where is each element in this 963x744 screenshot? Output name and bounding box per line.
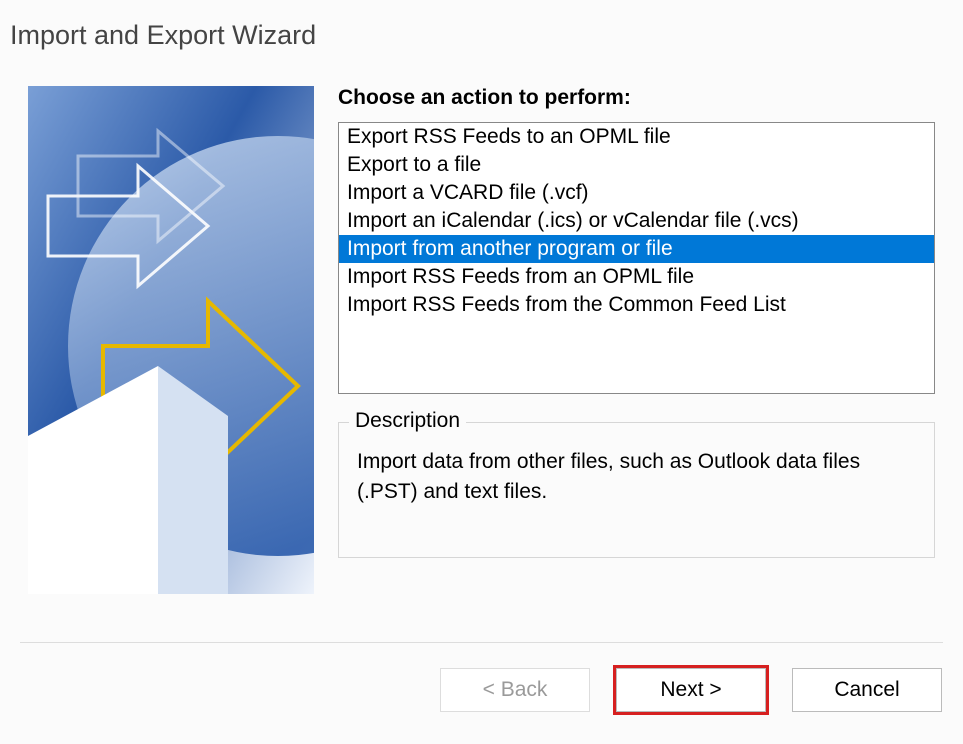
action-option[interactable]: Import an iCalendar (.ics) or vCalendar … [339, 207, 934, 235]
cancel-button[interactable]: Cancel [792, 668, 942, 712]
action-listbox[interactable]: Export RSS Feeds to an OPML fileExport t… [338, 122, 935, 394]
wizard-right-pane: Choose an action to perform: Export RSS … [338, 86, 935, 594]
action-prompt: Choose an action to perform: [338, 86, 935, 110]
next-button-highlight: Next > [613, 665, 769, 715]
action-option[interactable]: Import RSS Feeds from the Common Feed Li… [339, 291, 934, 319]
wizard-graphic [28, 86, 314, 594]
next-button[interactable]: Next > [616, 668, 766, 712]
action-option[interactable]: Export RSS Feeds to an OPML file [339, 123, 934, 151]
description-group: Description Import data from other files… [338, 422, 935, 558]
wizard-title: Import and Export Wizard [0, 0, 963, 51]
action-option[interactable]: Import a VCARD file (.vcf) [339, 179, 934, 207]
wizard-content: Choose an action to perform: Export RSS … [0, 51, 963, 594]
back-button: < Back [440, 668, 590, 712]
description-text: Import data from other files, such as Ou… [357, 447, 916, 507]
action-option[interactable]: Export to a file [339, 151, 934, 179]
action-option[interactable]: Import from another program or file [339, 235, 934, 263]
wizard-buttons: < Back Next > Cancel [0, 643, 963, 715]
description-label: Description [349, 409, 466, 433]
action-option[interactable]: Import RSS Feeds from an OPML file [339, 263, 934, 291]
